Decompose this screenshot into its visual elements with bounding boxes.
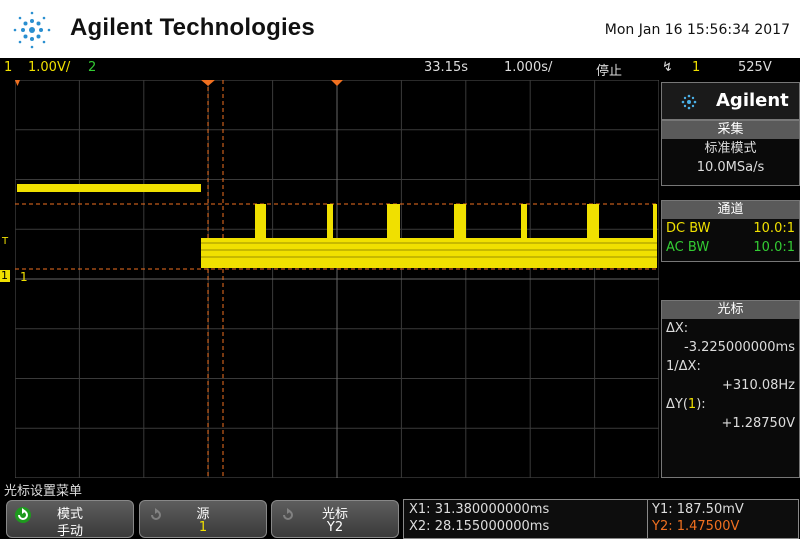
dy-value: +1.28750V (721, 416, 795, 431)
header-bar: Agilent Technologies Mon Jan 16 15:56:34… (0, 0, 800, 58)
ch1-number[interactable]: 1 (4, 60, 12, 75)
dx-label: ΔX: (666, 321, 689, 336)
waveform-display[interactable] (15, 80, 659, 478)
cursor-softkey[interactable]: 光标 Y2 (271, 500, 399, 538)
dy-channel: 1 (687, 397, 697, 412)
ch2-number[interactable]: 2 (88, 60, 96, 75)
x2-readout: X2: 28.155000000ms (409, 519, 550, 534)
dx-value: -3.225000000ms (684, 340, 795, 355)
ch1-scale[interactable]: 1.00V/ (28, 60, 70, 75)
status-bar: 1 1.00V/ 2 33.15s 1.000s/ 停止 ↯ 1 525V (0, 58, 800, 79)
mode-softkey[interactable]: 模式 手动 (6, 500, 134, 539)
dy-label-row: ΔY(1): (666, 397, 706, 412)
trigger-level[interactable]: 525V (738, 60, 772, 75)
trigger-level-marker[interactable]: T (2, 236, 12, 260)
acquisition-header: 采集 (662, 121, 799, 139)
agilent-spark-icon-small (681, 94, 697, 110)
ch2-coupling: AC BW (666, 240, 710, 255)
cursor-header: 光标 (662, 301, 799, 319)
time-scale[interactable]: 1.000s/ (504, 60, 552, 75)
trigger-edge-icon: ↯ (662, 60, 673, 75)
inv-dx-value: +310.08Hz (722, 378, 795, 393)
menu-title: 光标设置菜单 (4, 484, 83, 499)
channel-box[interactable]: 通道 DC BW 10.0:1 AC BW 10.0:1 (661, 200, 800, 262)
source-softkey[interactable]: 源 1 (139, 500, 267, 538)
ch1-waveform-label: 1 (20, 270, 28, 284)
run-state[interactable]: 停止 (596, 60, 622, 79)
cursor-box[interactable]: 光标 ΔX: -3.225000000ms 1/ΔX: +310.08Hz ΔY… (661, 300, 800, 478)
channel-header: 通道 (662, 201, 799, 219)
mode-value: 手动 (56, 524, 83, 539)
panel-brand: Agilent (716, 90, 789, 111)
ch1-coupling: DC BW (666, 221, 711, 236)
ch1-info-row: DC BW 10.0:1 (662, 219, 799, 238)
y2-readout: Y2: 1.47500V (652, 519, 740, 534)
datetime: Mon Jan 16 15:56:34 2017 (604, 22, 790, 38)
agilent-spark-icon (13, 11, 51, 49)
time-position[interactable]: 33.15s (424, 60, 468, 75)
ch1-ground-marker[interactable]: 1 (0, 269, 10, 282)
acquisition-box[interactable]: 采集 标准模式 10.0MSa/s (661, 120, 800, 186)
ch2-probe: 10.0:1 (753, 240, 795, 255)
acq-mode: 标准模式 (704, 141, 757, 156)
acq-rate: 10.0MSa/s (696, 160, 765, 175)
cursor-value: Y2 (326, 520, 344, 535)
x1-readout: X1: 31.380000000ms (409, 502, 550, 517)
cursor-readout: X1: 31.380000000ms X2: 28.155000000ms Y1… (403, 499, 799, 539)
y1-readout: Y1: 187.50mV (652, 502, 744, 517)
brand-name: Agilent Technologies (70, 14, 315, 41)
trigger-source[interactable]: 1 (692, 60, 700, 75)
info-panel: Agilent 采集 标准模式 10.0MSa/s 通道 DC BW 10.0:… (659, 80, 800, 478)
ch1-probe: 10.0:1 (753, 221, 795, 236)
source-value: 1 (198, 520, 208, 535)
agilent-logo-box: Agilent (661, 82, 800, 120)
ch2-info-row: AC BW 10.0:1 (662, 238, 799, 257)
inv-dx-label: 1/ΔX: (666, 359, 701, 374)
